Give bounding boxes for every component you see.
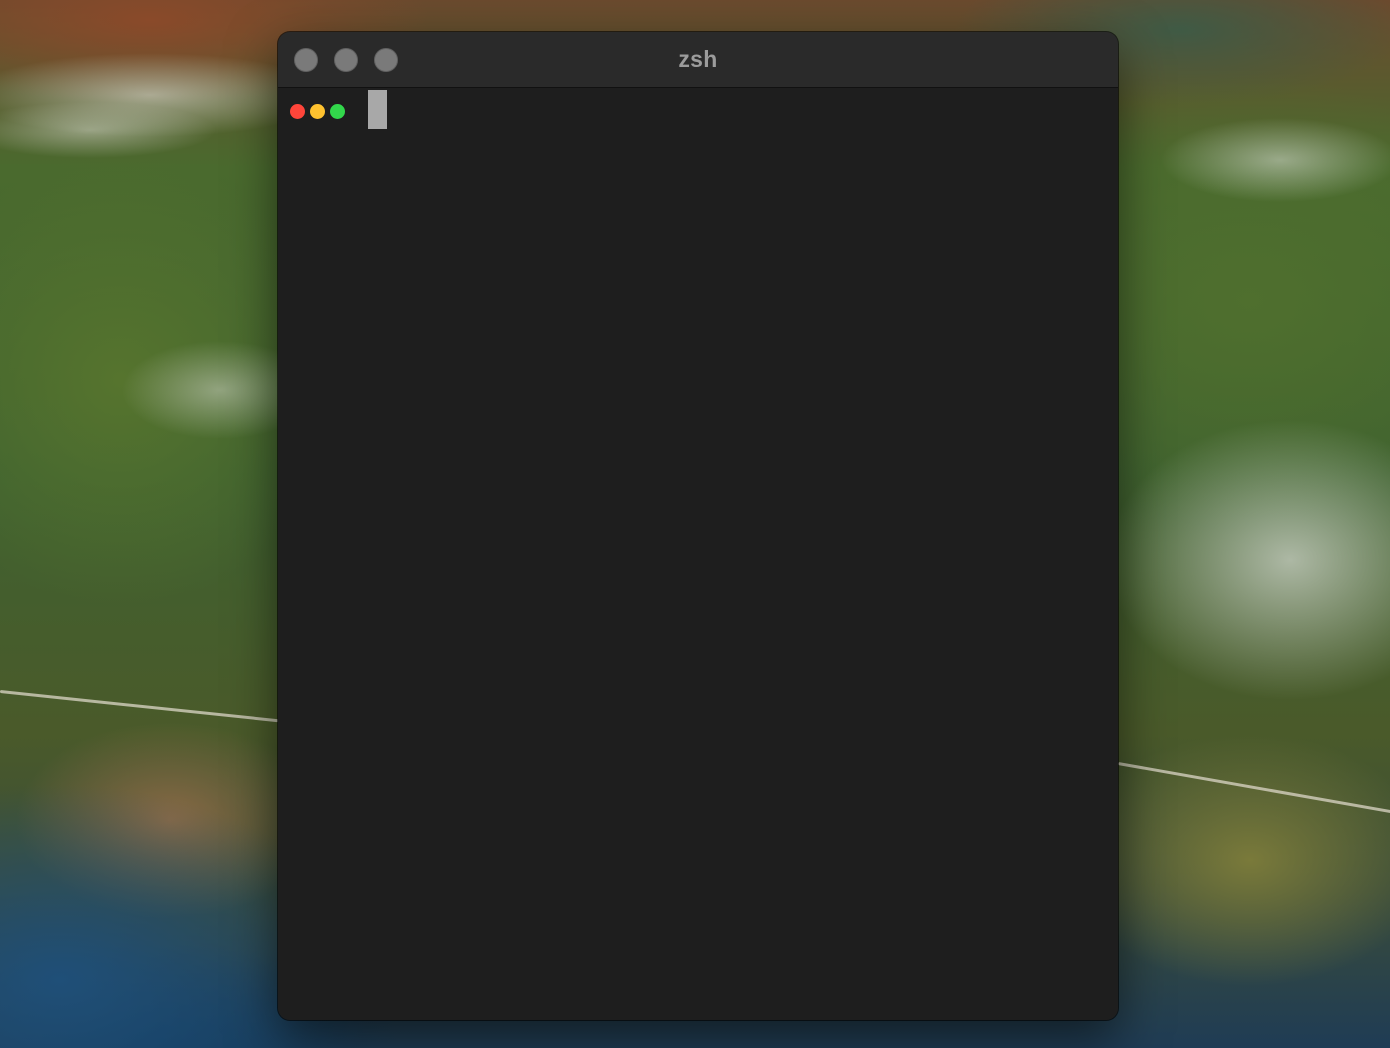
prompt-dots — [290, 104, 345, 119]
text-cursor — [368, 90, 387, 129]
prompt-dot-green — [330, 104, 345, 119]
prompt-dot-yellow — [310, 104, 325, 119]
wallpaper-road — [0, 690, 279, 723]
wallpaper-road — [1117, 762, 1390, 816]
window-titlebar[interactable]: zsh — [278, 32, 1118, 88]
terminal-content[interactable] — [278, 88, 1118, 1020]
prompt-dot-red — [290, 104, 305, 119]
terminal-window[interactable]: zsh — [278, 32, 1118, 1020]
window-title: zsh — [678, 46, 718, 72]
